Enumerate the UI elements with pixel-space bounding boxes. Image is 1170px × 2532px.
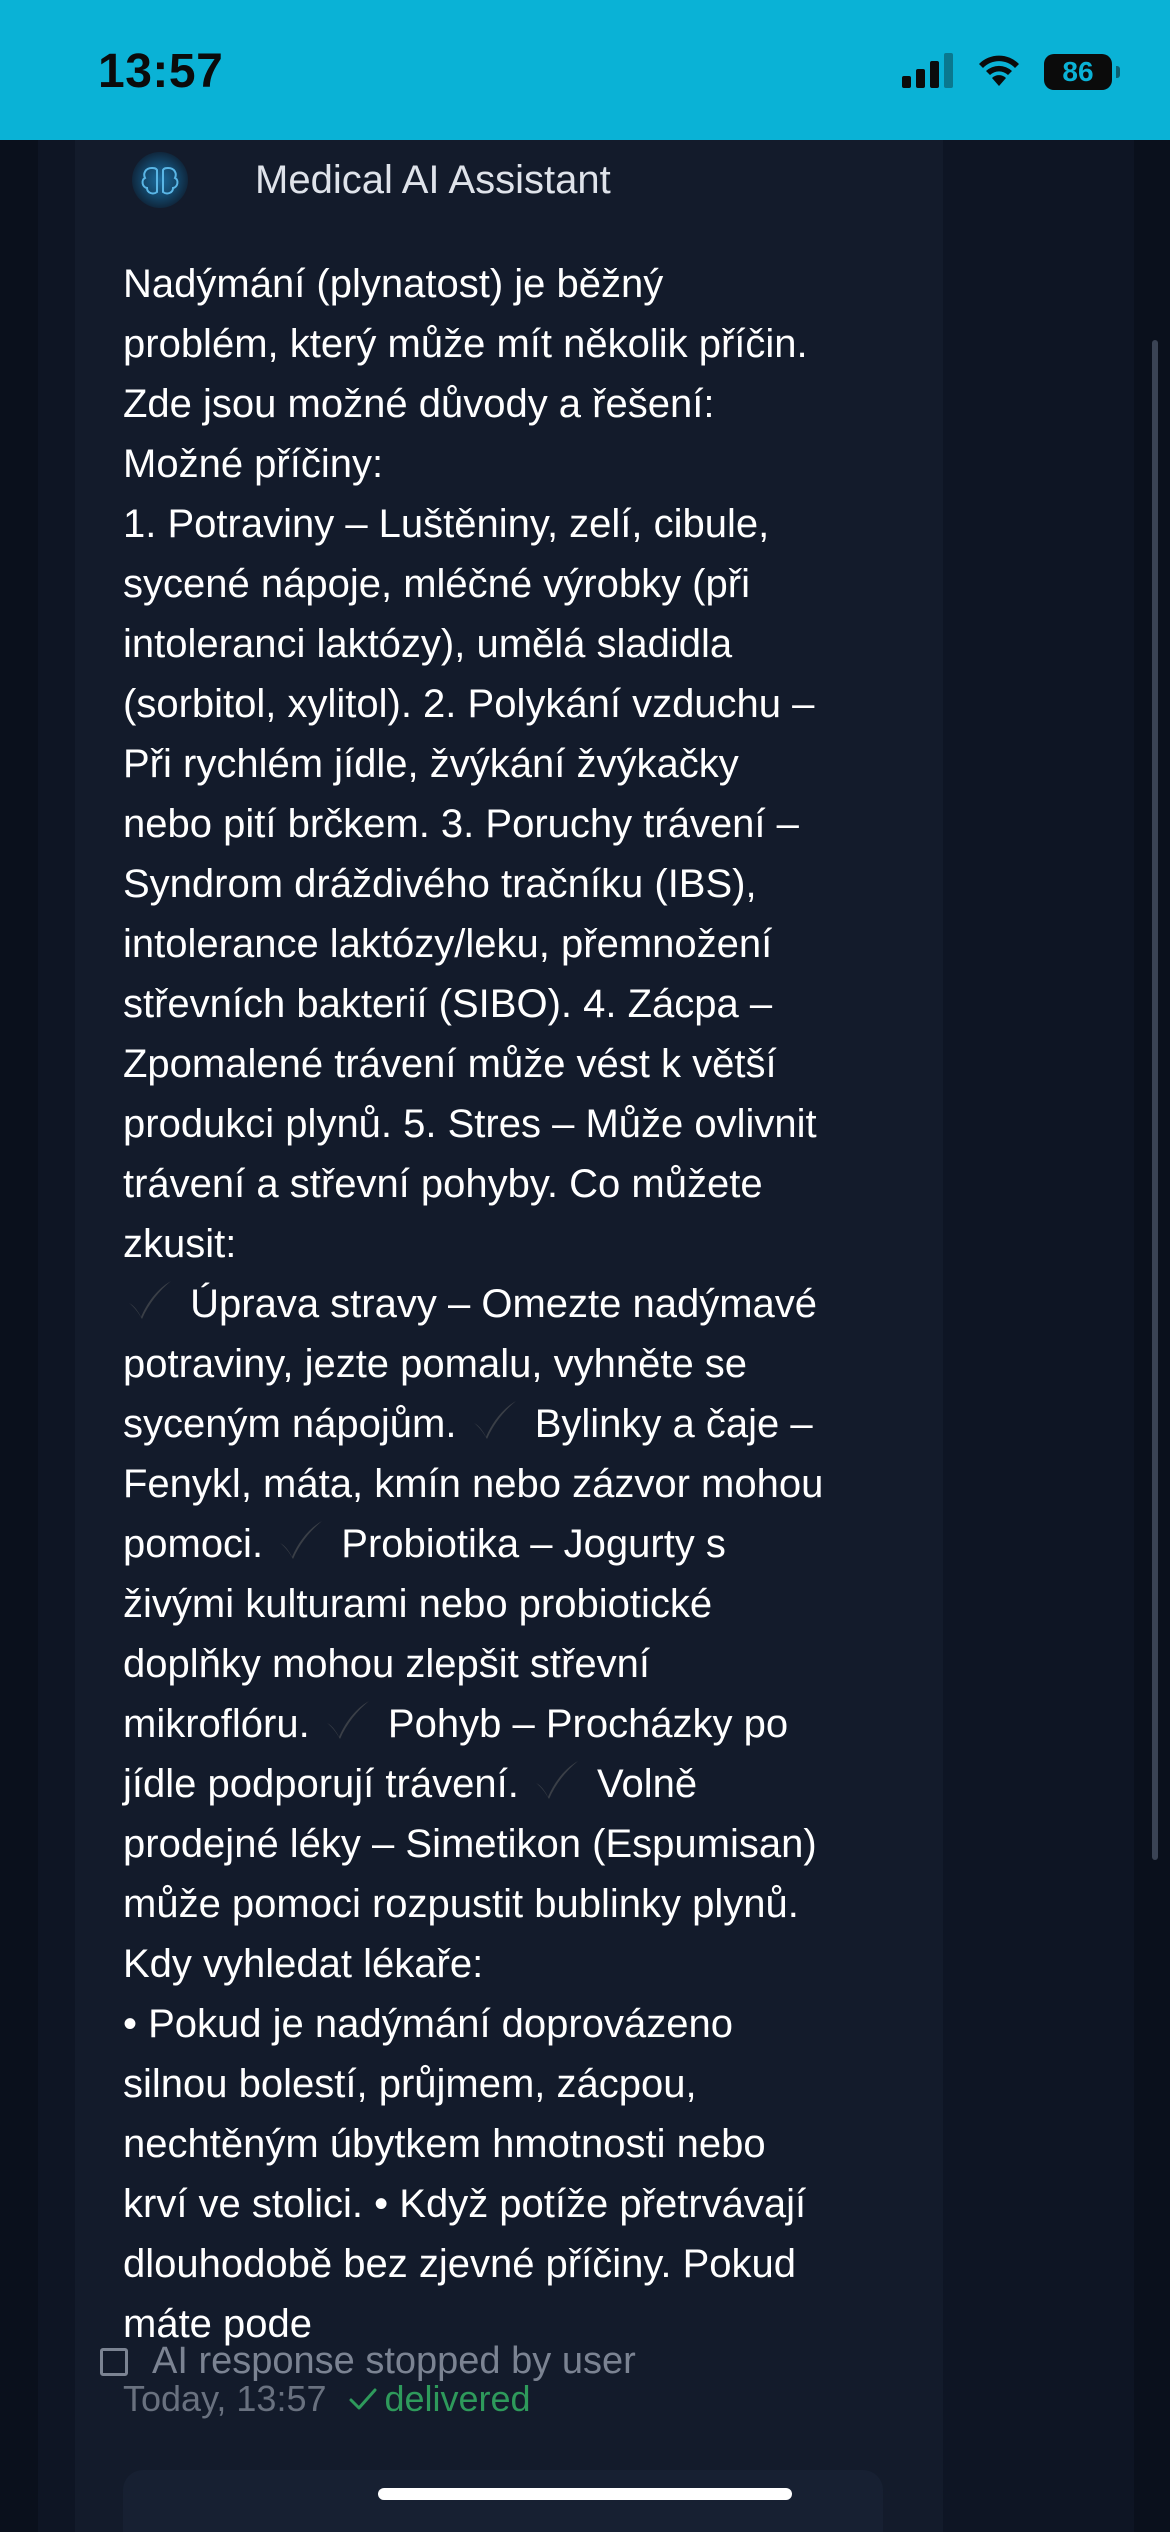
message-line: prodejné léky – Simetikon (Espumisan) (123, 1822, 817, 1866)
stopped-notice: AI response stopped by user (100, 2340, 636, 2383)
checkmark-icon (473, 1401, 516, 1439)
message-line: Zde jsou možné důvody a řešení: (123, 382, 715, 426)
delivered-check-icon (349, 2388, 377, 2410)
message-line: Úprava stravy – Omezte nadýmavé (123, 1274, 923, 1334)
message-line: Možné příčiny: (123, 442, 384, 486)
message-line: krví ve stolici. • Když potíže přetrváva… (123, 2182, 807, 2226)
message-segment: Volně (585, 1762, 698, 1806)
message-line: intolerance laktózy/leku, přemnožení (123, 922, 773, 966)
message-segment: Pohyb – Procházky po (376, 1702, 789, 1746)
wifi-icon (976, 52, 1022, 93)
message-text: Nadýmání (plynatost) je běžný problém, kt… (123, 254, 923, 2354)
message-meta: Today, 13:57 delivered (123, 2378, 531, 2420)
message-line: • Pokud je nadýmání doprovázeno (123, 2002, 733, 2046)
status-bar: 13:57 86 (0, 0, 1170, 140)
message-line: střevních bakterií (SIBO). 4. Zácpa – (123, 982, 773, 1026)
message-line: intoleranci laktózy), umělá sladidla (123, 622, 733, 666)
checkmark-icon (535, 1761, 578, 1799)
status-time: 13:57 (98, 45, 224, 98)
message-line: (sorbitol, xylitol). 2. Polykání vzduchu… (123, 682, 815, 726)
message-line: Fenykl, máta, kmín nebo zázvor mohou (123, 1462, 824, 1506)
battery-icon: 86 (1044, 54, 1120, 90)
message-line: zkusit: (123, 1222, 237, 1266)
checkmark-icon (280, 1521, 323, 1559)
delivery-status-label: delivered (384, 2378, 531, 2419)
message-line: jídle podporují trávení. Volně (123, 1754, 923, 1814)
status-icons: 86 (902, 50, 1120, 94)
message-line: produkci plynů. 5. Stres – Může ovlivnit (123, 1102, 817, 1146)
message-line: syceným nápojům. Bylinky a čaje – (123, 1394, 923, 1454)
scrollbar[interactable] (1152, 340, 1158, 1860)
message-line: mikroflóru. Pohyb – Procházky po (123, 1694, 923, 1754)
message-line: doplňky mohou zlepšit střevní (123, 1642, 650, 1686)
stopped-notice-text: AI response stopped by user (152, 2340, 636, 2382)
message-line: Nadýmání (plynatost) je běžný (123, 262, 664, 306)
message-line: silnou bolestí, průjmem, zácpou, (123, 2062, 697, 2106)
message-segment: Bylinky a čaje – (523, 1402, 813, 1446)
message-segment: pomoci. (123, 1522, 275, 1566)
message-line: problém, který může mít několik příčin. (123, 322, 808, 366)
message-segment: jídle podporují trávení. (123, 1762, 530, 1806)
message-line: živými kulturami nebo probiotické (123, 1582, 713, 1626)
message-line: 1. Potraviny – Luštěniny, zelí, cibule, (123, 502, 770, 546)
avatar (132, 152, 188, 208)
message-line: může pomoci rozpustit bublinky plynů. (123, 1882, 799, 1926)
message-line: nebo pití brčkem. 3. Poruchy trávení – (123, 802, 799, 846)
message-line: Syndrom dráždivého tračníku (IBS), (123, 862, 757, 906)
message-line: Při rychlém jídle, žvýkání žvýkačky (123, 742, 739, 786)
chat-area[interactable]: Medical AI Assistant Nadýmání (plynatost… (0, 140, 1170, 2532)
assistant-message-bubble: Medical AI Assistant Nadýmání (plynatost… (75, 140, 943, 2532)
message-segment: Úprava stravy – Omezte nadýmavé (179, 1282, 818, 1326)
message-segment: mikroflóru. (123, 1702, 321, 1746)
message-line: dlouhodobě bez zjevné příčiny. Pokud (123, 2242, 797, 2286)
message-timestamp: Today, 13:57 (123, 2378, 327, 2419)
message-line: trávení a střevní pohyby. Co můžete (123, 1162, 763, 1206)
battery-level: 86 (1062, 56, 1094, 87)
checkmark-icon (326, 1701, 369, 1739)
stopped-notice-card (123, 2470, 883, 2532)
stop-icon (100, 2347, 128, 2376)
message-segment: Probiotika – Jogurty s (330, 1522, 726, 1566)
message-line: nechtěným úbytkem hmotnosti nebo (123, 2122, 766, 2166)
message-line: Zpomalené trávení může vést k větší (123, 1042, 777, 1086)
message-line: pomoci. Probiotika – Jogurty s (123, 1514, 923, 1574)
sender-name: Medical AI Assistant (255, 158, 611, 202)
message-line: potraviny, jezte pomalu, vyhněte se (123, 1342, 748, 1386)
cellular-signal-icon (902, 52, 954, 93)
message-segment: syceným nápojům. (123, 1402, 468, 1446)
checkmark-icon (129, 1281, 171, 1319)
delivery-status: delivered (348, 2378, 531, 2420)
message-line: Kdy vyhledat lékaře: (123, 1942, 484, 1986)
message-line: sycené nápoje, mléčné výrobky (při (123, 562, 750, 606)
battery-tip (1116, 66, 1120, 78)
brain-icon (141, 166, 179, 195)
left-gutter (0, 140, 38, 2532)
home-indicator[interactable] (378, 2488, 792, 2500)
message-header: Medical AI Assistant (75, 140, 943, 230)
